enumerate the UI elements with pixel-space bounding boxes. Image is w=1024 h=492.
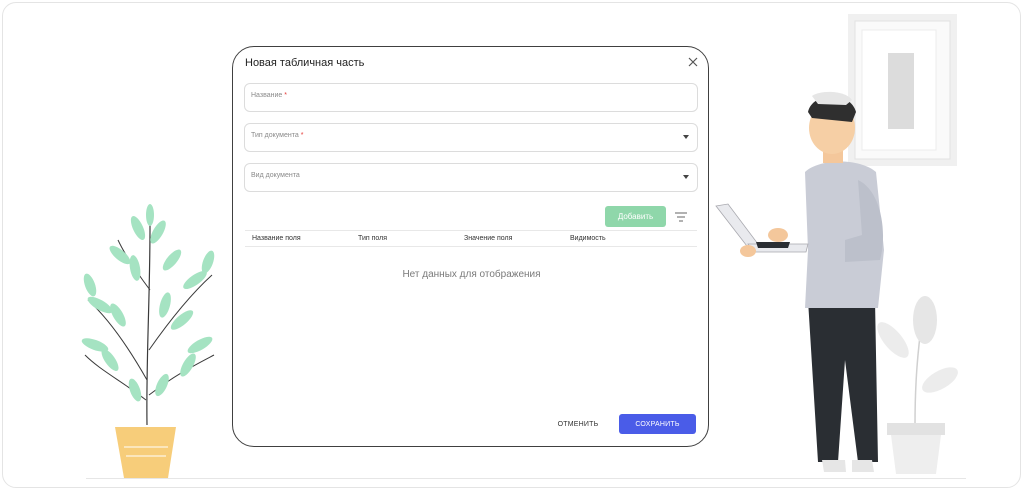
filter-button[interactable] xyxy=(674,210,688,222)
filter-icon xyxy=(675,212,687,222)
cancel-button[interactable]: ОТМЕНИТЬ xyxy=(547,414,609,434)
table-header: Название поля Тип поля Значение поля Вид… xyxy=(245,230,697,247)
close-button[interactable] xyxy=(686,55,700,69)
wall-frame-illustration xyxy=(848,14,957,166)
close-icon xyxy=(688,57,698,67)
right-plant-illustration xyxy=(877,296,958,474)
required-marker: * xyxy=(300,132,304,139)
plant-illustration xyxy=(81,204,215,478)
column-field-type[interactable]: Тип поля xyxy=(358,235,387,242)
chevron-down-icon xyxy=(683,175,689,179)
add-button[interactable]: Добавить xyxy=(605,206,666,227)
column-field-name[interactable]: Название поля xyxy=(252,235,301,242)
document-kind-label: Вид документа xyxy=(251,172,300,179)
column-field-value[interactable]: Значение поля xyxy=(464,235,512,242)
document-type-select[interactable]: Тип документа * xyxy=(244,123,698,152)
save-button[interactable]: СОХРАНИТЬ xyxy=(619,414,696,434)
column-visibility[interactable]: Видимость xyxy=(570,235,606,242)
document-kind-select[interactable]: Вид документа xyxy=(244,163,698,192)
required-marker: * xyxy=(284,92,288,99)
document-type-label: Тип документа * xyxy=(251,132,304,139)
new-table-part-dialog: Новая табличная часть Название * Тип доку… xyxy=(232,46,709,447)
dialog-title: Новая табличная часть xyxy=(245,57,365,69)
name-field[interactable]: Название * xyxy=(244,83,698,112)
empty-table-message: Нет данных для отображения xyxy=(402,269,541,280)
chevron-down-icon xyxy=(683,135,689,139)
name-field-label: Название * xyxy=(251,92,288,99)
